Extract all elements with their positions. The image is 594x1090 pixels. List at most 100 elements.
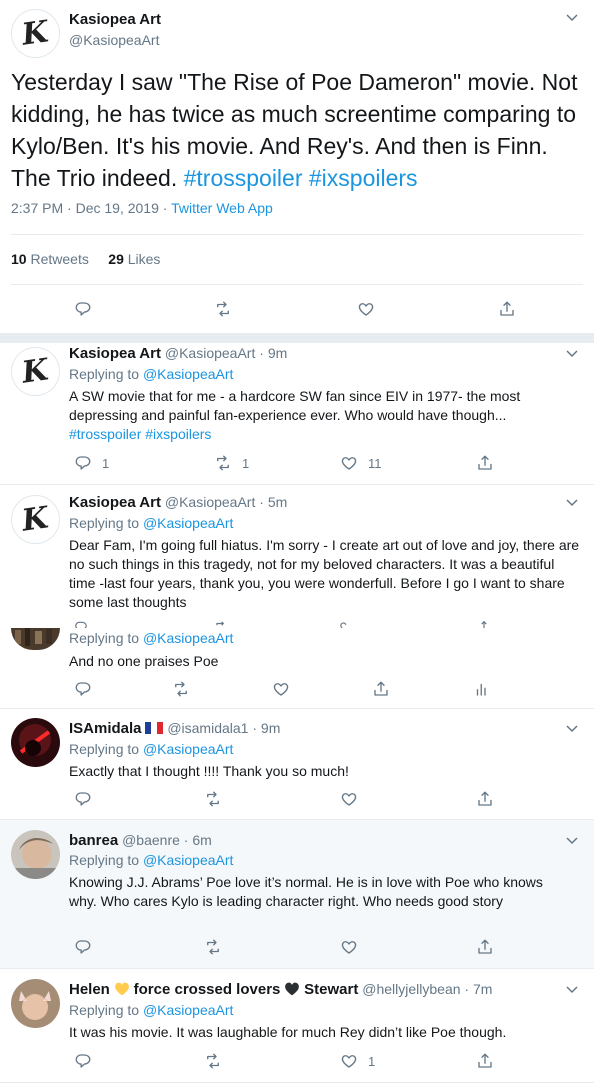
author-name[interactable]: Kasiopea Art: [69, 11, 161, 28]
author-handle[interactable]: @isamidala1: [167, 720, 248, 736]
retweet-icon: [207, 939, 219, 955]
chevron-down-icon[interactable]: [565, 13, 579, 23]
author-handle[interactable]: @KasiopeaArt: [165, 494, 255, 510]
author-name[interactable]: Kasiopea Art: [69, 345, 161, 362]
chevron-down-icon[interactable]: [565, 724, 579, 734]
reply-button[interactable]: [74, 938, 92, 956]
replying-to: Replying to @KasiopeaArt: [69, 741, 234, 757]
reply-icon: [75, 682, 91, 696]
replying-to-link[interactable]: @KasiopeaArt: [143, 741, 233, 757]
black-heart-icon: [285, 982, 300, 996]
like-button[interactable]: [340, 790, 358, 808]
reply-time[interactable]: 9m: [268, 345, 287, 361]
reply-text: And no one praises Poe: [69, 653, 219, 669]
share-button[interactable]: [476, 1052, 494, 1070]
retweet-button[interactable]: 1: [214, 454, 249, 472]
chevron-down-icon[interactable]: [565, 498, 579, 508]
replying-to-link[interactable]: @KasiopeaArt: [143, 852, 233, 868]
heart-icon: [273, 683, 289, 696]
hashtag-link[interactable]: #trosspoiler: [184, 165, 303, 191]
reply-time[interactable]: 5m: [268, 494, 287, 510]
retweet-icon: [207, 791, 219, 807]
like-button[interactable]: [357, 300, 375, 318]
like-button[interactable]: 11: [340, 454, 382, 472]
avatar[interactable]: K: [11, 9, 60, 58]
share-icon: [478, 1053, 492, 1068]
share-button[interactable]: [476, 938, 494, 956]
hashtag-link[interactable]: #trosspoiler #ixspoilers: [69, 426, 211, 442]
replying-to: Replying to @KasiopeaArt: [69, 515, 234, 531]
reply-text: It was his movie. It was laughable for m…: [69, 1024, 507, 1040]
analytics-button[interactable]: [473, 680, 491, 698]
author-name-part[interactable]: Stewart: [304, 981, 358, 998]
reply-icon: [75, 1054, 91, 1068]
hashtag-link[interactable]: #ixspoilers: [309, 165, 418, 191]
avatar[interactable]: [11, 830, 60, 879]
reply-text: Exactly that I thought !!!! Thank you so…: [69, 763, 349, 779]
like-button[interactable]: 1: [340, 1052, 375, 1070]
reply-button[interactable]: 1: [74, 454, 109, 472]
retweet-button[interactable]: [204, 790, 222, 808]
tweet-source[interactable]: Twitter Web App: [171, 200, 273, 216]
avatar-image: [11, 628, 60, 650]
retweet-count: 1: [242, 455, 250, 471]
avatar[interactable]: [11, 628, 60, 650]
like-button[interactable]: [272, 680, 290, 698]
tweet-time[interactable]: 2:37 PM: [11, 200, 63, 216]
replying-to: Replying to @KasiopeaArt: [69, 366, 234, 382]
reply-header: Kasiopea Art @KasiopeaArt · 5m: [69, 494, 288, 511]
replying-to-link[interactable]: @KasiopeaArt: [143, 1002, 233, 1018]
retweet-icon: [217, 455, 229, 471]
author-name[interactable]: ISAmidala: [69, 720, 142, 737]
author-handle[interactable]: @hellyjellybean: [362, 981, 460, 997]
share-icon: [374, 681, 388, 696]
reply-time[interactable]: 9m: [261, 720, 280, 736]
replying-to: Replying to @KasiopeaArt: [69, 1002, 234, 1018]
chevron-down-icon[interactable]: [565, 349, 579, 359]
reply-button[interactable]: [74, 300, 92, 318]
chevron-down-icon[interactable]: [565, 985, 579, 995]
author-handle[interactable]: @KasiopeaArt: [165, 345, 255, 361]
retweet-button[interactable]: [214, 300, 232, 318]
tweet-text: Yesterday I saw "The Rise of Poe Dameron…: [11, 66, 586, 194]
like-button[interactable]: [340, 938, 358, 956]
author-name-part[interactable]: force crossed lovers: [134, 981, 281, 998]
author-handle[interactable]: @baenre: [122, 832, 180, 848]
reply-time[interactable]: 7m: [473, 981, 492, 997]
likes-stat[interactable]: 29 Likes: [108, 251, 160, 267]
retweet-button[interactable]: [204, 938, 222, 956]
replying-to-link[interactable]: @KasiopeaArt: [143, 366, 233, 382]
share-button[interactable]: [476, 790, 494, 808]
reply-button[interactable]: [74, 1052, 92, 1070]
avatar[interactable]: [11, 979, 60, 1028]
replying-to: Replying to @KasiopeaArt: [69, 852, 234, 868]
avatar[interactable]: [11, 718, 60, 767]
reply-button[interactable]: [74, 790, 92, 808]
reply-header: banrea @baenre · 6m: [69, 832, 212, 849]
avatar-image: [11, 718, 60, 767]
tweet-stats: 10 Retweets 29 Likes: [11, 251, 160, 267]
reply-text: A SW movie that for me - a hardcore SW f…: [69, 388, 521, 442]
author-name[interactable]: Kasiopea Art: [69, 494, 161, 511]
author-name-part[interactable]: Helen: [69, 981, 110, 998]
avatar[interactable]: K: [11, 347, 60, 396]
retweet-button[interactable]: [172, 680, 190, 698]
reply-icon: [75, 792, 91, 806]
retweets-stat[interactable]: 10 Retweets: [11, 251, 89, 267]
replying-to-link[interactable]: @KasiopeaArt: [143, 515, 233, 531]
share-icon: [478, 791, 492, 806]
replying-to-link[interactable]: @KasiopeaArt: [143, 630, 233, 646]
share-icon: [500, 301, 514, 316]
author-handle[interactable]: @KasiopeaArt: [69, 32, 159, 48]
retweet-button[interactable]: [204, 1052, 222, 1070]
author-name[interactable]: banrea: [69, 832, 118, 849]
share-button[interactable]: [498, 300, 516, 318]
avatar[interactable]: K: [11, 495, 60, 544]
reply-time[interactable]: 6m: [192, 832, 211, 848]
share-button[interactable]: [372, 680, 390, 698]
reply-action-bar: 1 1 11: [0, 454, 594, 474]
tweet-date[interactable]: Dec 19, 2019: [76, 200, 159, 216]
share-button[interactable]: [476, 454, 494, 472]
chevron-down-icon[interactable]: [565, 836, 579, 846]
reply-button[interactable]: [74, 680, 92, 698]
